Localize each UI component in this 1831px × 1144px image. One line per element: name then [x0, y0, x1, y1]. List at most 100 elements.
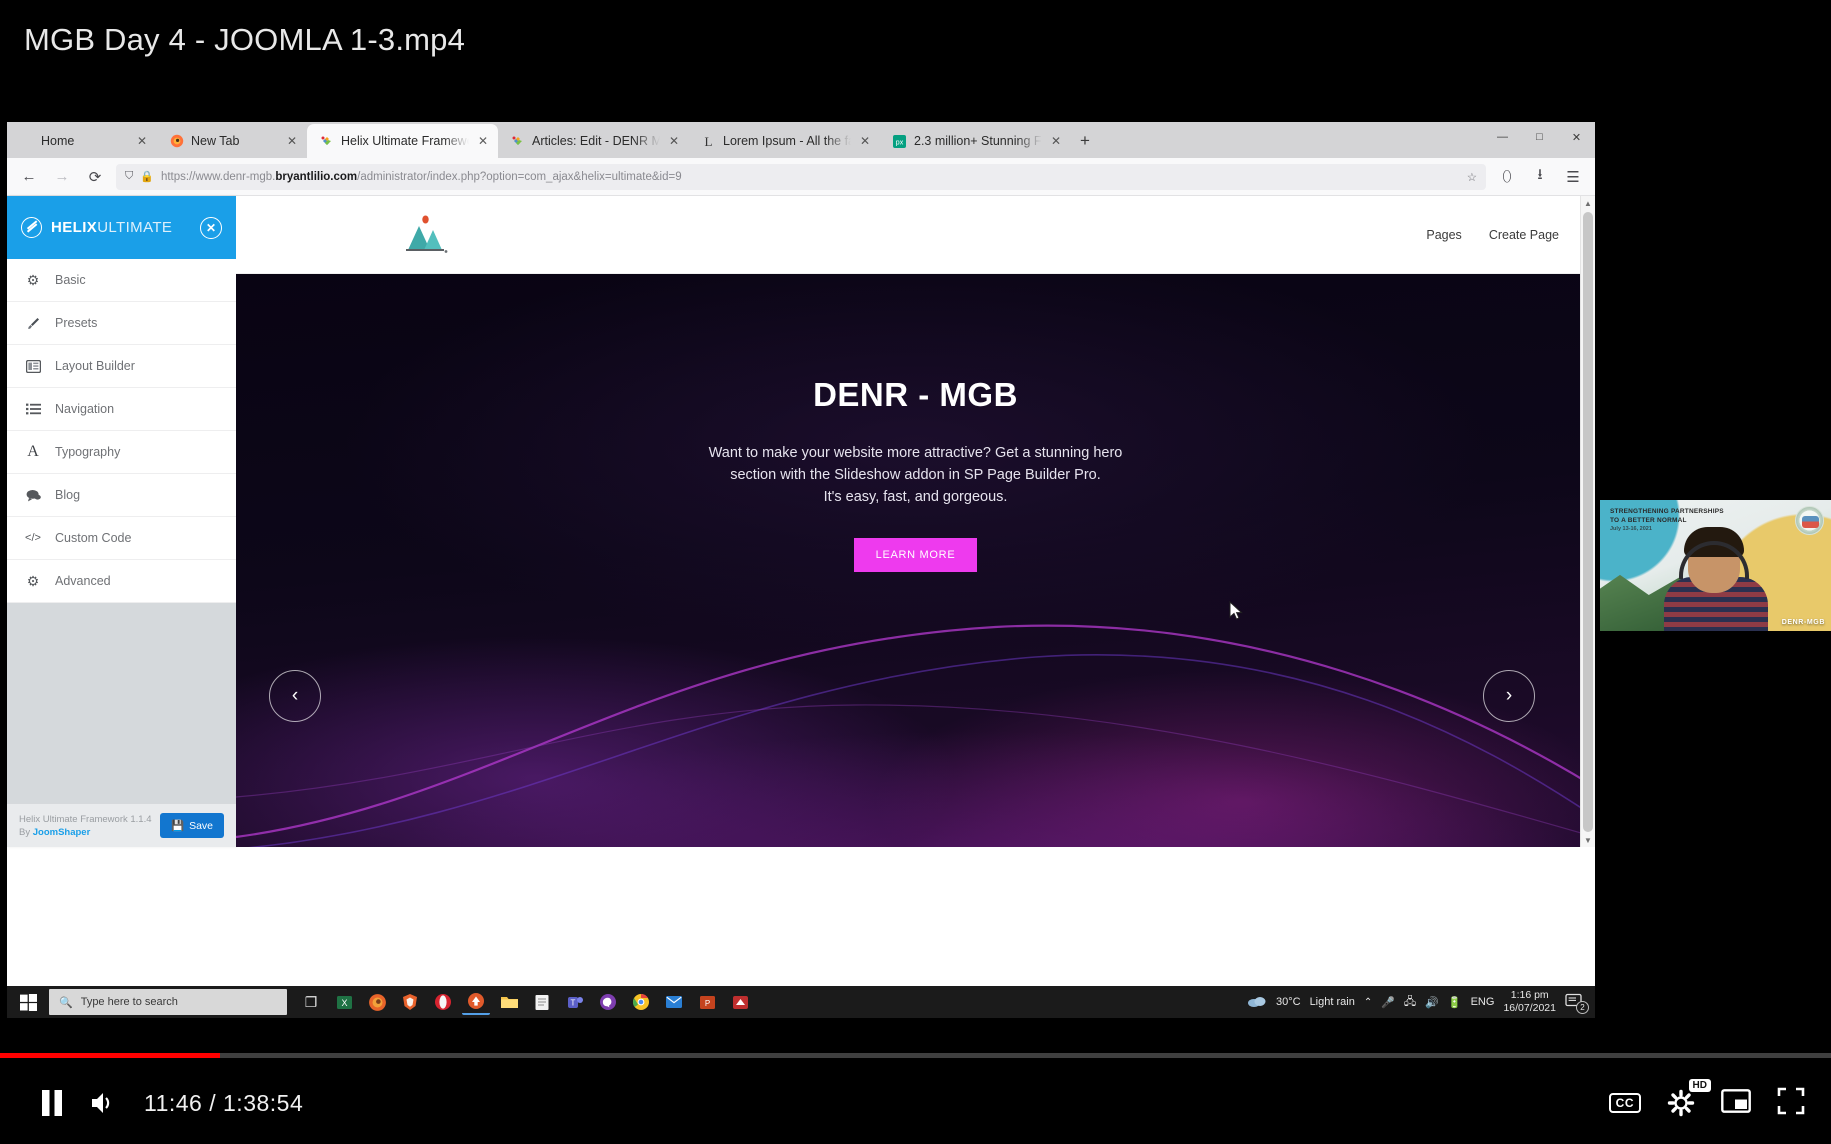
tab-close-icon[interactable]: ✕	[476, 134, 490, 148]
browser-tab-strip: Home ✕ New Tab ✕ Helix Ultimate Framewor…	[7, 122, 1595, 158]
filezilla-icon[interactable]	[726, 989, 754, 1015]
brave-icon[interactable]	[396, 989, 424, 1015]
close-icon[interactable]: ✕	[200, 216, 222, 239]
sidebar-item-advanced[interactable]: ⚙ Advanced	[7, 560, 236, 603]
window-controls: — □ ✕	[1484, 122, 1595, 158]
excel-icon[interactable]: X	[330, 989, 358, 1015]
nav-item-pages[interactable]: Pages	[1426, 228, 1461, 242]
filezilla-app-icon[interactable]	[462, 989, 490, 1015]
captions-button[interactable]: CC	[1608, 1093, 1641, 1113]
slideshow-next-button[interactable]: ›	[1483, 670, 1535, 722]
forward-arrow-icon[interactable]: →	[50, 165, 74, 189]
tab-close-icon[interactable]: ✕	[667, 134, 681, 148]
minimize-button[interactable]: —	[1484, 122, 1521, 152]
joomla-icon	[319, 134, 334, 149]
banner-line-1: STRENGTHENING PARTNERSHIPS	[1610, 508, 1724, 515]
hamburger-menu-icon[interactable]: ☰	[1561, 165, 1585, 189]
sidebar-item-presets[interactable]: Presets	[7, 302, 236, 345]
browser-tab-home[interactable]: Home ✕	[7, 124, 157, 158]
shield-icon[interactable]: ⛉	[125, 170, 133, 183]
pexels-icon: px	[892, 134, 907, 149]
notification-icon[interactable]: 2	[1565, 993, 1589, 1014]
mail-icon[interactable]	[660, 989, 688, 1015]
maximize-button[interactable]: □	[1521, 122, 1558, 152]
reload-icon[interactable]: ⟳	[83, 165, 107, 189]
viber-icon[interactable]	[594, 989, 622, 1015]
close-window-button[interactable]: ✕	[1558, 122, 1595, 152]
gear-icon: ⚙	[26, 271, 40, 288]
new-tab-button[interactable]: +	[1071, 127, 1099, 155]
search-input[interactable]: 🔍 Type here to search	[49, 989, 287, 1015]
browser-tab-lorem-ipsum[interactable]: L Lorem Ipsum - All the facts - Li ✕	[689, 124, 880, 158]
sidebar-item-custom-code[interactable]: </> Custom Code	[7, 517, 236, 560]
back-arrow-icon[interactable]: ←	[17, 165, 41, 189]
browser-tab-new-tab[interactable]: New Tab ✕	[157, 124, 307, 158]
tab-close-icon[interactable]: ✕	[1049, 134, 1063, 148]
teams-icon[interactable]: T	[561, 989, 589, 1015]
video-title: MGB Day 4 - JOOMLA 1-3.mp4	[24, 22, 466, 57]
slideshow-prev-button[interactable]: ‹	[269, 670, 321, 722]
notepad-icon[interactable]	[528, 989, 556, 1015]
fullscreen-button[interactable]	[1777, 1087, 1805, 1120]
svg-text:P: P	[704, 999, 709, 1008]
hero-slideshow: DENR - MGB Want to make your website mor…	[236, 274, 1595, 847]
volume-button[interactable]	[78, 1077, 130, 1129]
opera-icon[interactable]	[429, 989, 457, 1015]
sidebar-item-basic[interactable]: ⚙ Basic	[7, 259, 236, 302]
firefox-icon[interactable]	[363, 989, 391, 1015]
save-button[interactable]: 💾 Save	[159, 813, 224, 838]
address-bar[interactable]: ⛉ 🔒 https://www.denr-mgb.bryantlilio.com…	[116, 163, 1486, 190]
sidebar-item-layout-builder[interactable]: Layout Builder	[7, 345, 236, 388]
video-progress-bar[interactable]	[0, 1053, 1831, 1058]
joomshaper-link[interactable]: JoomShaper	[33, 827, 91, 838]
clock[interactable]: 1:16 pm 16/07/2021	[1503, 989, 1556, 1015]
battery-icon[interactable]: 🔋	[1448, 996, 1462, 1009]
cloud-icon	[1247, 994, 1267, 1011]
page-scrollbar[interactable]: ▲ ▼	[1580, 196, 1595, 847]
star-icon[interactable]: ☆	[1467, 170, 1477, 184]
browser-tab-articles-edit[interactable]: Articles: Edit - DENR MGB - Adm ✕	[498, 124, 689, 158]
sidebar-item-blog[interactable]: Blog	[7, 474, 236, 517]
sidebar-item-label: Custom Code	[55, 531, 132, 545]
powerpoint-icon[interactable]: P	[693, 989, 721, 1015]
miniplayer-button[interactable]	[1721, 1088, 1751, 1118]
settings-button[interactable]: HD	[1667, 1079, 1711, 1117]
task-view-icon[interactable]: ❐	[297, 989, 325, 1015]
mountain-logo-icon[interactable]	[402, 214, 450, 256]
language-indicator[interactable]: ENG	[1471, 996, 1495, 1008]
tab-label: Helix Ultimate Framework	[341, 134, 469, 148]
sidebar-item-label: Basic	[55, 273, 86, 287]
padlock-icon[interactable]: 🔒	[140, 170, 154, 183]
speaker-icon[interactable]: 🔊	[1425, 996, 1439, 1009]
browser-tab-pexels[interactable]: px 2.3 million+ Stunning Free Ima ✕	[880, 124, 1071, 158]
comment-icon	[25, 489, 41, 502]
windows-start-icon[interactable]	[7, 986, 49, 1018]
learn-more-button[interactable]: LEARN MORE	[853, 538, 978, 572]
helix-header: HELIXULTIMATE ✕	[7, 196, 236, 259]
browser-tab-helix-ultimate-framework[interactable]: Helix Ultimate Framework ✕	[307, 124, 498, 158]
network-icon[interactable]: 🖧	[1404, 993, 1416, 1012]
hero-subtitle-line-2: section with the Slideshow addon in SP P…	[730, 467, 1101, 483]
clock-date: 16/07/2021	[1503, 1002, 1556, 1014]
file-explorer-icon[interactable]	[495, 989, 523, 1015]
hero-title: DENR - MGB	[813, 376, 1018, 413]
pause-button[interactable]	[26, 1077, 78, 1129]
tab-close-icon[interactable]: ✕	[858, 134, 872, 148]
nav-item-create-page[interactable]: Create Page	[1489, 228, 1559, 242]
chrome-icon[interactable]	[627, 989, 655, 1015]
scrollbar-thumb[interactable]	[1583, 212, 1593, 832]
scroll-down-arrow-icon[interactable]: ▼	[1581, 833, 1595, 847]
sidebar-item-typography[interactable]: A Typography	[7, 431, 236, 474]
microphone-icon[interactable]: 🎤	[1381, 996, 1395, 1009]
chevron-up-icon[interactable]: ⌃	[1364, 997, 1372, 1008]
hero-content: DENR - MGB Want to make your website mor…	[236, 274, 1595, 572]
tab-close-icon[interactable]: ✕	[135, 134, 149, 148]
tab-close-icon[interactable]: ✕	[285, 134, 299, 148]
pocket-icon[interactable]: ⬯	[1495, 165, 1519, 189]
system-tray: 30°C Light rain ⌃ 🎤 🖧 🔊 🔋 ENG 1:16 pm 16…	[1247, 989, 1595, 1015]
sidebar-item-navigation[interactable]: Navigation	[7, 388, 236, 431]
scroll-up-arrow-icon[interactable]: ▲	[1581, 196, 1595, 210]
download-icon[interactable]: ⭳	[1528, 165, 1552, 189]
save-button-label: Save	[189, 819, 213, 832]
notification-count-badge: 2	[1576, 1001, 1589, 1014]
